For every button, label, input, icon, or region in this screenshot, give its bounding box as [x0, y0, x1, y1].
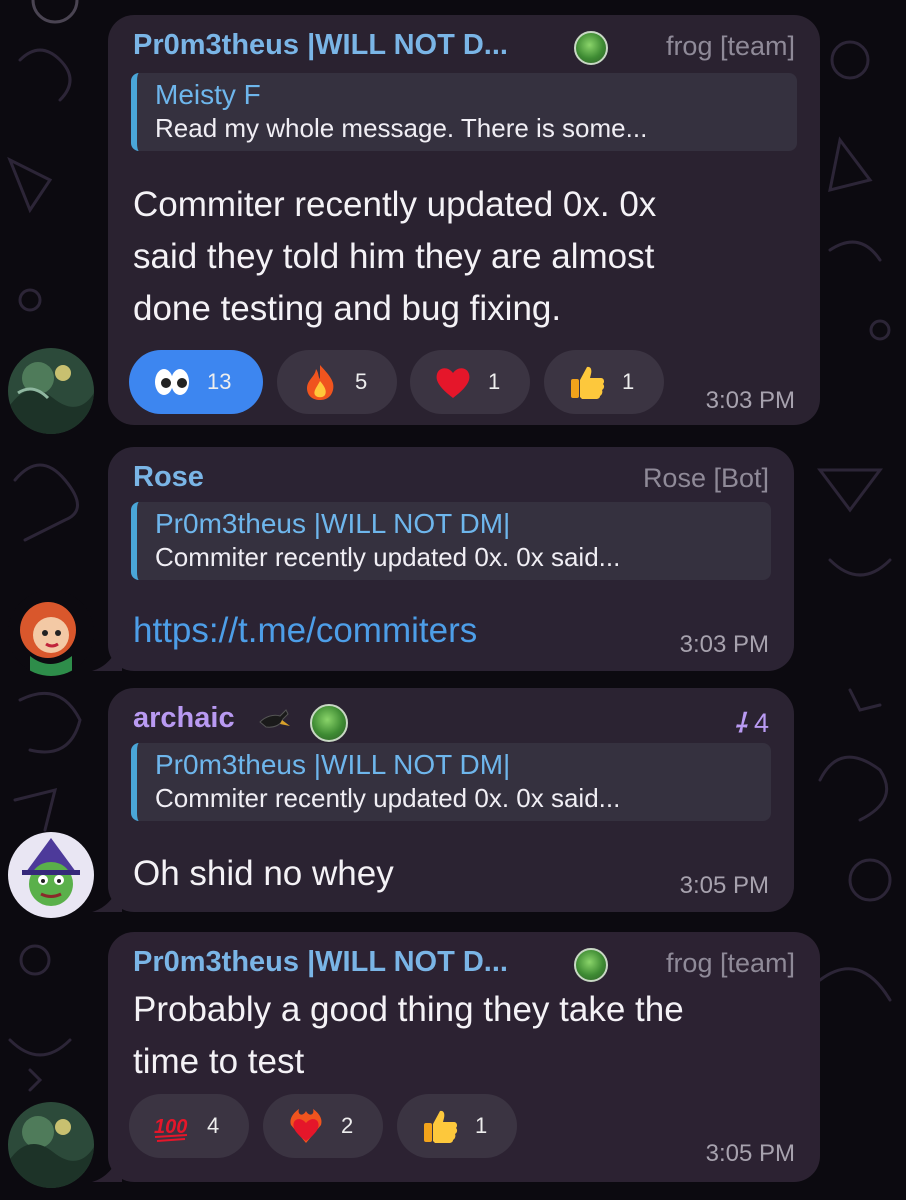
reaction-count: 4	[207, 1113, 220, 1138]
message-bubble[interactable]: Pr0m3theus |WILL NOT D... frog [team] Pr…	[92, 932, 820, 1182]
pepe-badge-icon	[574, 948, 608, 982]
reply-quote[interactable]: Pr0m3theus |WILL NOT DM| Commiter recent…	[131, 502, 771, 580]
reply-quote[interactable]: Meisty F Read my whole message. There is…	[131, 73, 797, 151]
reaction-count: 2	[341, 1113, 354, 1138]
blackbird-icon	[256, 702, 292, 734]
message-time: 3:05 PM	[679, 872, 769, 899]
message-link[interactable]: https://t.me/commiters	[133, 605, 477, 657]
fire-emoji-icon	[301, 363, 339, 401]
sender-name[interactable]: Rose	[133, 461, 204, 494]
reaction-heart-on-fire[interactable]: 2	[263, 1094, 383, 1158]
message-time: 3:05 PM	[705, 1140, 795, 1167]
reply-sender: Meisty F	[155, 79, 261, 110]
reaction-count: 5	[355, 369, 368, 394]
bubble-tail	[92, 641, 122, 671]
message-time: 3:03 PM	[705, 387, 795, 414]
heart-on-fire-icon	[287, 1107, 325, 1145]
reaction-hundred[interactable]: 100 4	[129, 1094, 249, 1158]
pepe-badge-icon	[310, 704, 348, 742]
sender-name[interactable]: Pr0m3theus |WILL NOT D...	[133, 29, 508, 62]
reaction-heart[interactable]: 1	[410, 350, 530, 414]
message-text: Commiter recently updated 0x. 0x said th…	[133, 185, 657, 328]
thumbs-up-emoji-icon	[421, 1107, 459, 1145]
sender-name[interactable]: Pr0m3theus |WILL NOT D...	[133, 946, 508, 979]
reaction-count: 1	[622, 369, 635, 394]
message-bubble[interactable]: Pr0m3theus |WILL NOT D... frog [team] Me…	[108, 15, 820, 425]
bubble-tail	[92, 1152, 122, 1182]
reaction-fire[interactable]: 5	[277, 350, 397, 414]
hundred-emoji-icon: 100	[153, 1107, 191, 1145]
message-time: 3:03 PM	[679, 631, 769, 658]
avatar-prometheus[interactable]	[8, 348, 94, 434]
reply-text: Read my whole message. There is some...	[155, 113, 648, 143]
reaction-count: 1	[475, 1113, 488, 1138]
reply-sender: Pr0m3theus |WILL NOT DM|	[155, 749, 511, 780]
message-text: Probably a good thing they take the time…	[133, 990, 684, 1081]
avatar-archaic[interactable]	[8, 832, 94, 918]
message-text: Oh shid no whey	[133, 854, 394, 893]
heart-emoji-icon	[434, 363, 472, 401]
avatar-prometheus[interactable]	[8, 1102, 94, 1188]
reaction-thumbs-up[interactable]: 1	[397, 1094, 517, 1158]
boost-count: ⸸ 4	[734, 708, 769, 738]
reply-text: Commiter recently updated 0x. 0x said...	[155, 783, 621, 813]
reply-text: Commiter recently updated 0x. 0x said...	[155, 542, 621, 572]
thumbs-up-emoji-icon	[568, 363, 606, 401]
message-bubble[interactable]: archaic ⸸ 4 Pr0m3theus |WILL NOT DM| Com…	[92, 688, 794, 912]
member-role: frog [team]	[665, 31, 795, 61]
eyes-emoji-icon	[153, 363, 191, 401]
boost-icon: ⸸	[734, 708, 747, 738]
reply-sender: Pr0m3theus |WILL NOT DM|	[155, 508, 511, 539]
sender-name[interactable]: archaic	[133, 702, 235, 735]
reaction-count: 13	[207, 369, 232, 394]
member-role: Rose [Bot]	[642, 463, 769, 493]
avatar-rose[interactable]	[8, 590, 94, 676]
reaction-count: 1	[488, 369, 501, 394]
reply-quote[interactable]: Pr0m3theus |WILL NOT DM| Commiter recent…	[131, 743, 771, 821]
pepe-badge-icon	[574, 31, 608, 65]
message-bubble[interactable]: Rose Rose [Bot] Pr0m3theus |WILL NOT DM|…	[92, 447, 794, 671]
reaction-eyes[interactable]: 13	[129, 350, 263, 414]
member-role: frog [team]	[665, 948, 795, 978]
reaction-thumbs-up[interactable]: 1	[544, 350, 664, 414]
bubble-tail	[92, 882, 122, 912]
